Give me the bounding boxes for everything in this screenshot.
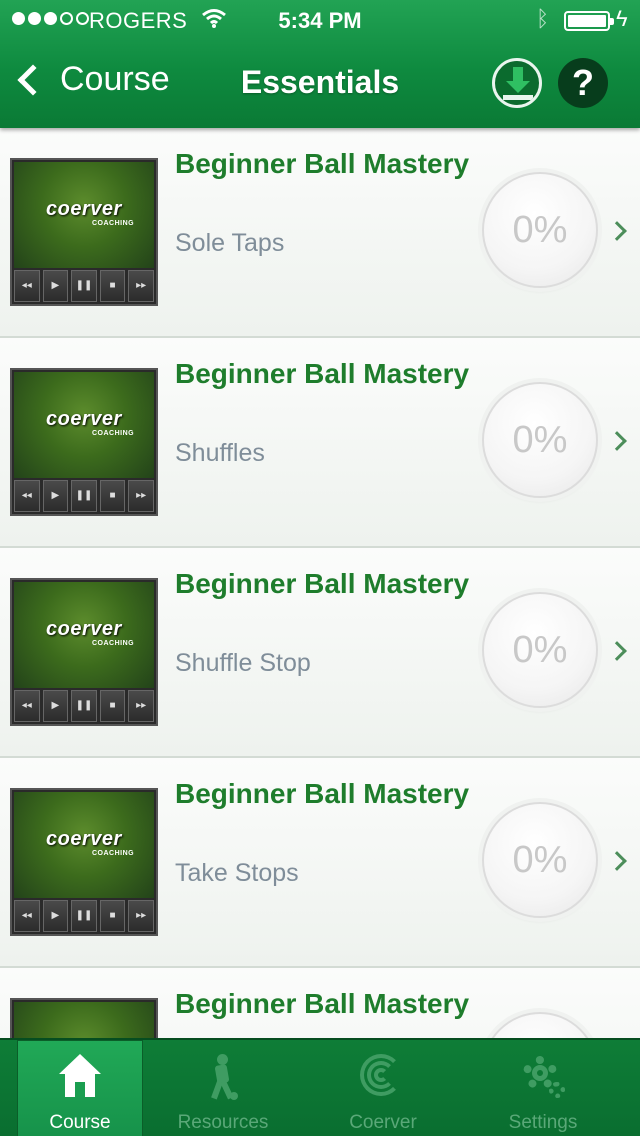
chevron-right-icon[interactable] — [607, 851, 627, 871]
stop-icon: ■ — [99, 690, 126, 722]
logo-subtitle: COACHING — [92, 220, 135, 227]
tab-settings[interactable]: Settings — [463, 1040, 623, 1136]
lesson-row[interactable]: coerver COACHING ◂◂ ▶ ❚❚ ■ ▸▸ Beginner Ba… — [0, 338, 640, 548]
play-icon: ▶ — [42, 900, 69, 932]
progress-circle — [482, 1012, 598, 1038]
status-bar: ROGERS 5:34 PM ᛒ ϟ — [0, 0, 640, 40]
play-icon: ▶ — [42, 690, 69, 722]
progress-circle: 0% — [482, 592, 598, 708]
download-button[interactable] — [492, 58, 542, 108]
lesson-title: Beginner Ball Mastery — [175, 988, 470, 1019]
pause-icon: ❚❚ — [71, 900, 97, 932]
rewind-icon: ◂◂ — [14, 270, 40, 302]
lesson-subtitle: Shuffles — [175, 439, 265, 467]
video-thumbnail[interactable] — [10, 998, 158, 1038]
lesson-row[interactable]: coerver COACHING ◂◂ ▶ ❚❚ ■ ▸▸ Beginner Ba… — [0, 758, 640, 968]
tab-label: Resources — [177, 1112, 269, 1133]
tab-resources[interactable]: Resources — [143, 1040, 303, 1136]
play-icon: ▶ — [42, 270, 69, 302]
lesson-title: Beginner Ball Mastery — [175, 358, 470, 389]
chevron-right-icon[interactable] — [607, 641, 627, 661]
stop-icon: ■ — [99, 270, 126, 302]
rewind-icon: ◂◂ — [14, 690, 40, 722]
lesson-subtitle: Sole Taps — [175, 229, 285, 257]
coerver-logo: coerver — [46, 408, 122, 430]
lesson-title: Beginner Ball Mastery — [175, 568, 470, 599]
lesson-title: Beginner Ball Mastery — [175, 778, 470, 809]
pause-icon: ❚❚ — [71, 480, 97, 512]
video-thumbnail[interactable]: coerver COACHING ◂◂ ▶ ❚❚ ■ ▸▸ — [10, 788, 158, 936]
progress-circle: 0% — [482, 802, 598, 918]
video-thumbnail[interactable]: coerver COACHING ◂◂ ▶ ❚❚ ■ ▸▸ — [10, 578, 158, 726]
tab-bar: Course Resources Coerver Settings — [0, 1038, 640, 1136]
tab-label: Course — [49, 1112, 111, 1133]
bluetooth-icon: ᛒ — [536, 6, 550, 31]
fast-forward-icon: ▸▸ — [128, 480, 154, 512]
gear-icon — [519, 1054, 567, 1102]
header: ROGERS 5:34 PM ᛒ ϟ Course Essentials ? — [0, 0, 640, 128]
player-icon — [208, 1054, 238, 1100]
lesson-row[interactable]: Beginner Ball Mastery — [0, 968, 640, 1038]
coerver-logo: coerver — [46, 198, 122, 220]
battery-icon — [564, 11, 614, 31]
fast-forward-icon: ▸▸ — [128, 270, 154, 302]
tab-label: Settings — [508, 1112, 578, 1133]
stop-icon: ■ — [99, 900, 126, 932]
progress-circle: 0% — [482, 382, 598, 498]
help-button[interactable]: ? — [558, 58, 608, 108]
coerver-logo-icon — [360, 1054, 406, 1096]
charging-icon: ϟ — [616, 6, 628, 31]
stop-icon: ■ — [99, 480, 126, 512]
logo-subtitle: COACHING — [92, 640, 135, 647]
play-icon: ▶ — [42, 480, 69, 512]
lesson-row[interactable]: coerver COACHING ◂◂ ▶ ❚❚ ■ ▸▸ Beginner Ba… — [0, 128, 640, 338]
rewind-icon: ◂◂ — [14, 480, 40, 512]
logo-subtitle: COACHING — [92, 430, 135, 437]
fast-forward-icon: ▸▸ — [128, 690, 154, 722]
tab-course[interactable]: Course — [17, 1040, 143, 1136]
rewind-icon: ◂◂ — [14, 900, 40, 932]
tab-coerver[interactable]: Coerver — [303, 1040, 463, 1136]
chevron-right-icon[interactable] — [607, 431, 627, 451]
logo-subtitle: COACHING — [92, 850, 135, 857]
video-thumbnail[interactable]: coerver COACHING ◂◂ ▶ ❚❚ ■ ▸▸ — [10, 158, 158, 306]
lesson-list[interactable]: coerver COACHING ◂◂ ▶ ❚❚ ■ ▸▸ Beginner Ba… — [0, 128, 640, 1038]
lesson-subtitle: Shuffle Stop — [175, 649, 311, 677]
lesson-title: Beginner Ball Mastery — [175, 148, 470, 179]
progress-circle: 0% — [482, 172, 598, 288]
tab-label: Coerver — [349, 1112, 417, 1133]
coerver-logo: coerver — [46, 618, 122, 640]
pause-icon: ❚❚ — [71, 690, 97, 722]
home-icon — [57, 1054, 103, 1098]
lesson-subtitle: Take Stops — [175, 859, 299, 887]
coerver-logo: coerver — [46, 828, 122, 850]
lesson-row[interactable]: coerver COACHING ◂◂ ▶ ❚❚ ■ ▸▸ Beginner Ba… — [0, 548, 640, 758]
pause-icon: ❚❚ — [71, 270, 97, 302]
fast-forward-icon: ▸▸ — [128, 900, 154, 932]
chevron-right-icon[interactable] — [607, 221, 627, 241]
navigation-bar: Course Essentials ? — [0, 40, 640, 128]
video-thumbnail[interactable]: coerver COACHING ◂◂ ▶ ❚❚ ■ ▸▸ — [10, 368, 158, 516]
page-title: Essentials — [240, 64, 400, 100]
